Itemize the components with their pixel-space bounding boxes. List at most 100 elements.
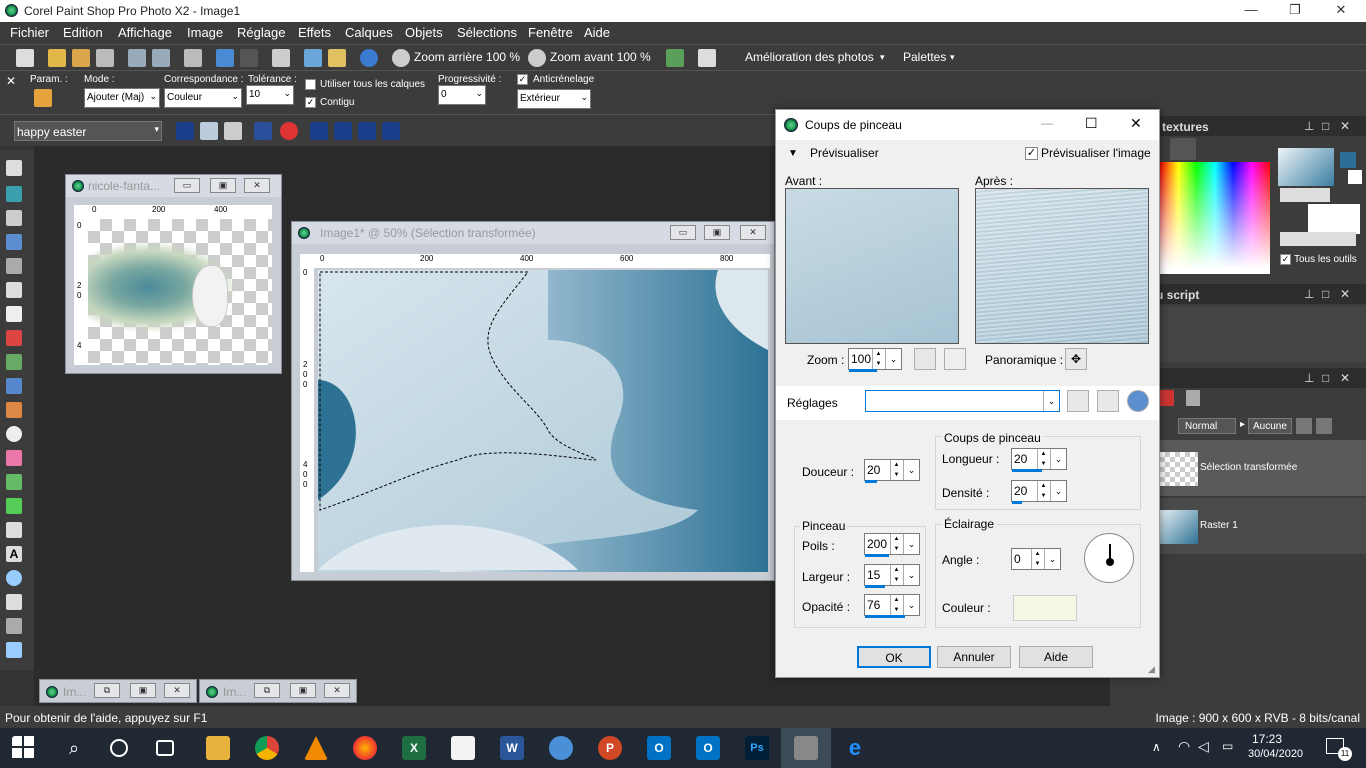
store-icon[interactable]	[451, 736, 475, 760]
pan-icon[interactable]: ✥	[1065, 348, 1087, 370]
paste-icon[interactable]	[304, 49, 322, 67]
firefox-icon[interactable]	[353, 736, 377, 760]
photoshop-icon[interactable]: Ps	[745, 736, 769, 760]
shape-icon[interactable]	[6, 570, 22, 586]
doc-restore-button[interactable]: ⧉	[254, 683, 280, 698]
antialias-select[interactable]: Extérieur ⌄	[517, 89, 591, 109]
keyboard-icon[interactable]: ▭	[1222, 739, 1233, 753]
light-color-swatch[interactable]	[1013, 595, 1077, 621]
panel-close-icon[interactable]: ✕	[1340, 371, 1350, 385]
menu-reglage[interactable]: Réglage	[237, 25, 285, 40]
image1-canvas[interactable]	[318, 270, 768, 572]
cortana-icon[interactable]	[110, 739, 128, 757]
windows-start-icon[interactable]	[12, 736, 36, 760]
move-icon[interactable]	[6, 210, 22, 226]
vlc-icon[interactable]	[304, 736, 328, 760]
task-view-icon[interactable]	[156, 740, 174, 756]
word-icon[interactable]: W	[500, 736, 524, 760]
pan-icon[interactable]	[6, 160, 22, 176]
info-icon[interactable]	[360, 49, 378, 67]
style-buttons[interactable]	[1280, 188, 1330, 202]
color-spectrum[interactable]	[1160, 162, 1270, 274]
mode-select[interactable]: Ajouter (Maj) ⌄	[84, 88, 160, 108]
help-button[interactable]: Aide	[1019, 646, 1093, 668]
doc-window-nicole[interactable]: nicole-fanta... ▭ ▣ ✕ 0 200 400 0 2 0 4	[65, 174, 282, 374]
fit-icon[interactable]	[666, 49, 684, 67]
menu-affichage[interactable]: Affichage	[118, 25, 172, 40]
layer-row[interactable]: Sélection transformée	[1158, 440, 1366, 496]
save-script-icon[interactable]	[382, 122, 400, 140]
foreground-swatch[interactable]	[1278, 148, 1334, 186]
outlook-icon[interactable]: O	[647, 736, 671, 760]
random-icon[interactable]	[1097, 390, 1119, 412]
powerpoint-icon[interactable]: P	[598, 736, 622, 760]
panel-restore-icon[interactable]: □	[1322, 287, 1329, 301]
paintshop-icon[interactable]	[794, 736, 818, 760]
ok-button[interactable]: OK	[857, 646, 931, 668]
dialog-close-button[interactable]: ✕	[1130, 115, 1142, 132]
brush-icon[interactable]	[6, 402, 22, 418]
warp-icon[interactable]	[6, 618, 22, 634]
restore-button[interactable]: ❐	[1280, 2, 1310, 18]
doc-close-button[interactable]: ✕	[244, 178, 270, 193]
palettes-menu[interactable]: Palettes	[903, 50, 946, 64]
all-layers-checkbox[interactable]	[305, 79, 316, 90]
save-as-icon[interactable]	[152, 49, 170, 67]
pin-icon[interactable]: ⊥	[1304, 371, 1314, 385]
picture-tube-icon[interactable]	[6, 498, 22, 514]
panel-close-icon[interactable]: ✕	[1340, 119, 1350, 133]
menu-objets[interactable]: Objets	[405, 25, 443, 40]
run-script-icon[interactable]	[176, 122, 194, 140]
texture-buttons[interactable]	[1280, 232, 1356, 246]
dialog-maximize-button[interactable]: ☐	[1085, 115, 1098, 132]
zoom-tool-icon[interactable]	[944, 348, 966, 370]
doc1-canvas[interactable]	[88, 219, 272, 365]
chevron-up-icon[interactable]: ∧	[1152, 740, 1161, 754]
color-swatch-small-2[interactable]	[1348, 170, 1362, 184]
preview-toggle[interactable]: Prévisualiser	[810, 146, 879, 160]
minimized-doc-2[interactable]: Im... ⧉ ▣ ✕	[199, 679, 357, 703]
dialog-minimize-button[interactable]: —	[1041, 116, 1053, 130]
clock-time[interactable]: 17:23	[1252, 732, 1282, 746]
density-spinner[interactable]: 20 ▲ ▼ ⌄	[1011, 480, 1067, 504]
pen-icon[interactable]	[6, 594, 22, 610]
record-script-icon[interactable]	[254, 122, 272, 140]
lock-icon[interactable]	[1316, 418, 1332, 434]
crop-icon[interactable]	[6, 282, 22, 298]
preview-image-checkbox[interactable]: ✓	[1025, 147, 1038, 160]
angle-spinner[interactable]: 0 ▲ ▼ ⌄	[1011, 548, 1061, 570]
chevron-right-icon[interactable]: ▸	[1240, 419, 1245, 430]
volume-icon[interactable]: ◁	[1198, 738, 1209, 755]
circle-icon[interactable]	[310, 122, 328, 140]
pin-icon[interactable]: ⊥	[1304, 119, 1314, 133]
menu-image[interactable]: Image	[187, 25, 223, 40]
doc-close-button[interactable]: ✕	[164, 683, 190, 698]
softness-spinner[interactable]: 20 ▲ ▼ ⌄	[864, 459, 920, 483]
close-icon[interactable]: ✕	[6, 74, 16, 88]
selection-icon[interactable]	[6, 234, 22, 250]
copy-icon[interactable]	[272, 49, 290, 67]
doc-restore-button[interactable]: ⧉	[94, 683, 120, 698]
panel-restore-icon[interactable]: □	[1322, 119, 1329, 133]
before-preview[interactable]	[785, 188, 959, 344]
contig-checkbox[interactable]: ✓	[305, 97, 316, 108]
clone-icon[interactable]	[6, 354, 22, 370]
scan-icon[interactable]	[96, 49, 114, 67]
retouch-icon[interactable]	[6, 378, 22, 394]
dialog-titlebar[interactable]: Coups de pinceau — ☐ ✕	[776, 110, 1159, 140]
network-app-icon[interactable]	[549, 736, 573, 760]
mesh-icon[interactable]	[6, 642, 22, 658]
doc-minimize-button[interactable]: ▭	[670, 225, 696, 240]
red-eye-icon[interactable]	[6, 330, 22, 346]
file-explorer-icon[interactable]	[206, 736, 230, 760]
redo-icon[interactable]	[240, 49, 258, 67]
fit-preview-icon[interactable]	[914, 348, 936, 370]
doc-maximize-button[interactable]: ▣	[210, 178, 236, 193]
magic-wand-icon[interactable]	[34, 89, 52, 107]
doc-maximize-button[interactable]: ▣	[130, 683, 156, 698]
reset-icon[interactable]	[1127, 390, 1149, 412]
clock-date[interactable]: 30/04/2020	[1248, 748, 1303, 760]
menu-aide[interactable]: Aide	[584, 25, 610, 40]
zoom-out-icon[interactable]	[392, 49, 410, 67]
panel-restore-icon[interactable]: □	[1322, 371, 1329, 385]
